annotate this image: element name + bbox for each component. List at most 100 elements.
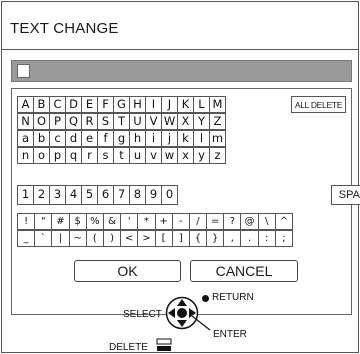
- letter-key[interactable]: E: [81, 96, 98, 113]
- letter-key[interactable]: z: [209, 147, 226, 164]
- letter-key[interactable]: t: [113, 147, 130, 164]
- letter-key[interactable]: R: [81, 113, 98, 130]
- letter-key[interactable]: M: [209, 96, 226, 113]
- symbol-key[interactable]: -: [171, 213, 190, 230]
- symbol-key[interactable]: `: [34, 230, 53, 247]
- digit-key[interactable]: 9: [145, 185, 162, 205]
- letter-key[interactable]: B: [33, 96, 50, 113]
- symbol-key[interactable]: *: [137, 213, 156, 230]
- digit-key[interactable]: 8: [129, 185, 146, 205]
- symbol-key[interactable]: ~: [68, 230, 87, 247]
- letter-key[interactable]: p: [49, 147, 66, 164]
- letter-key[interactable]: x: [177, 147, 194, 164]
- letter-key[interactable]: b: [33, 130, 50, 147]
- digit-key[interactable]: 3: [49, 185, 66, 205]
- letter-key[interactable]: u: [129, 147, 146, 164]
- symbol-key[interactable]: ': [120, 213, 139, 230]
- symbol-key[interactable]: ]: [171, 230, 190, 247]
- symbol-key[interactable]: !: [17, 213, 36, 230]
- symbol-key[interactable]: >: [137, 230, 156, 247]
- symbol-key[interactable]: <: [120, 230, 139, 247]
- space-key[interactable]: SPACE: [331, 185, 360, 205]
- symbol-key[interactable]: :: [257, 230, 276, 247]
- letter-key[interactable]: k: [177, 130, 194, 147]
- letter-key[interactable]: j: [161, 130, 178, 147]
- letter-key[interactable]: A: [17, 96, 34, 113]
- symbol-key[interactable]: ?: [223, 213, 242, 230]
- letter-key[interactable]: i: [145, 130, 162, 147]
- letter-key[interactable]: P: [49, 113, 66, 130]
- symbol-key[interactable]: ": [34, 213, 53, 230]
- letter-key[interactable]: h: [129, 130, 146, 147]
- key-row-symbols-1: ! " # $% & ' * + - / =? @ \ ^: [17, 213, 293, 230]
- letter-key[interactable]: q: [65, 147, 82, 164]
- letter-key[interactable]: g: [113, 130, 130, 147]
- letter-key[interactable]: c: [49, 130, 66, 147]
- digit-key[interactable]: 2: [33, 185, 50, 205]
- letter-key[interactable]: W: [161, 113, 178, 130]
- symbol-key[interactable]: #: [51, 213, 70, 230]
- symbol-key[interactable]: $: [68, 213, 87, 230]
- symbol-key[interactable]: ;: [274, 230, 293, 247]
- letter-key[interactable]: n: [17, 147, 34, 164]
- letter-key[interactable]: U: [129, 113, 146, 130]
- letter-key[interactable]: s: [97, 147, 114, 164]
- letter-key[interactable]: L: [193, 96, 210, 113]
- digit-key[interactable]: 7: [113, 185, 130, 205]
- letter-key[interactable]: v: [145, 147, 162, 164]
- letter-key[interactable]: o: [33, 147, 50, 164]
- digit-key[interactable]: 4: [65, 185, 82, 205]
- ok-button[interactable]: OK: [74, 260, 181, 282]
- letter-key[interactable]: e: [81, 130, 98, 147]
- letter-key[interactable]: y: [193, 147, 210, 164]
- letter-key[interactable]: D: [65, 96, 82, 113]
- letter-key[interactable]: H: [129, 96, 146, 113]
- cancel-button[interactable]: CANCEL: [190, 260, 298, 282]
- letter-key[interactable]: G: [113, 96, 130, 113]
- letter-key[interactable]: a: [17, 130, 34, 147]
- letter-key[interactable]: S: [97, 113, 114, 130]
- symbol-key[interactable]: =: [206, 213, 225, 230]
- symbol-key[interactable]: %: [85, 213, 104, 230]
- letter-key[interactable]: Q: [65, 113, 82, 130]
- symbol-key[interactable]: }: [206, 230, 225, 247]
- letter-key[interactable]: N: [17, 113, 34, 130]
- letter-key[interactable]: C: [49, 96, 66, 113]
- letter-key[interactable]: F: [97, 96, 114, 113]
- letter-key[interactable]: Y: [193, 113, 210, 130]
- all-delete-key[interactable]: ALL DELETE: [291, 96, 346, 113]
- symbol-key[interactable]: _: [17, 230, 36, 247]
- letter-key[interactable]: O: [33, 113, 50, 130]
- letter-key[interactable]: r: [81, 147, 98, 164]
- letter-key[interactable]: I: [145, 96, 162, 113]
- symbol-key[interactable]: &: [102, 213, 122, 230]
- symbol-key[interactable]: ,: [223, 230, 242, 247]
- letter-key[interactable]: f: [97, 130, 114, 147]
- digit-key[interactable]: 6: [97, 185, 114, 205]
- symbol-key[interactable]: {: [188, 230, 208, 247]
- symbol-key[interactable]: +: [154, 213, 173, 230]
- letter-key[interactable]: w: [161, 147, 178, 164]
- digit-key[interactable]: 5: [81, 185, 98, 205]
- letter-key[interactable]: l: [193, 130, 210, 147]
- symbol-key[interactable]: /: [188, 213, 208, 230]
- letter-key[interactable]: J: [161, 96, 178, 113]
- symbol-key[interactable]: [: [154, 230, 173, 247]
- letter-key[interactable]: Z: [209, 113, 226, 130]
- symbol-key[interactable]: @: [240, 213, 259, 230]
- letter-key[interactable]: X: [177, 113, 194, 130]
- symbol-key[interactable]: ^: [274, 213, 293, 230]
- symbol-key[interactable]: |: [51, 230, 70, 247]
- symbol-key[interactable]: \: [257, 213, 276, 230]
- text-input-field[interactable]: [11, 60, 352, 82]
- letter-key[interactable]: K: [177, 96, 194, 113]
- symbol-key[interactable]: .: [240, 230, 259, 247]
- symbol-key[interactable]: (: [85, 230, 104, 247]
- symbol-key[interactable]: ): [102, 230, 122, 247]
- letter-key[interactable]: T: [113, 113, 130, 130]
- letter-key[interactable]: V: [145, 113, 162, 130]
- digit-key[interactable]: 0: [161, 185, 178, 205]
- letter-key[interactable]: d: [65, 130, 82, 147]
- letter-key[interactable]: m: [209, 130, 226, 147]
- digit-key[interactable]: 1: [17, 185, 34, 205]
